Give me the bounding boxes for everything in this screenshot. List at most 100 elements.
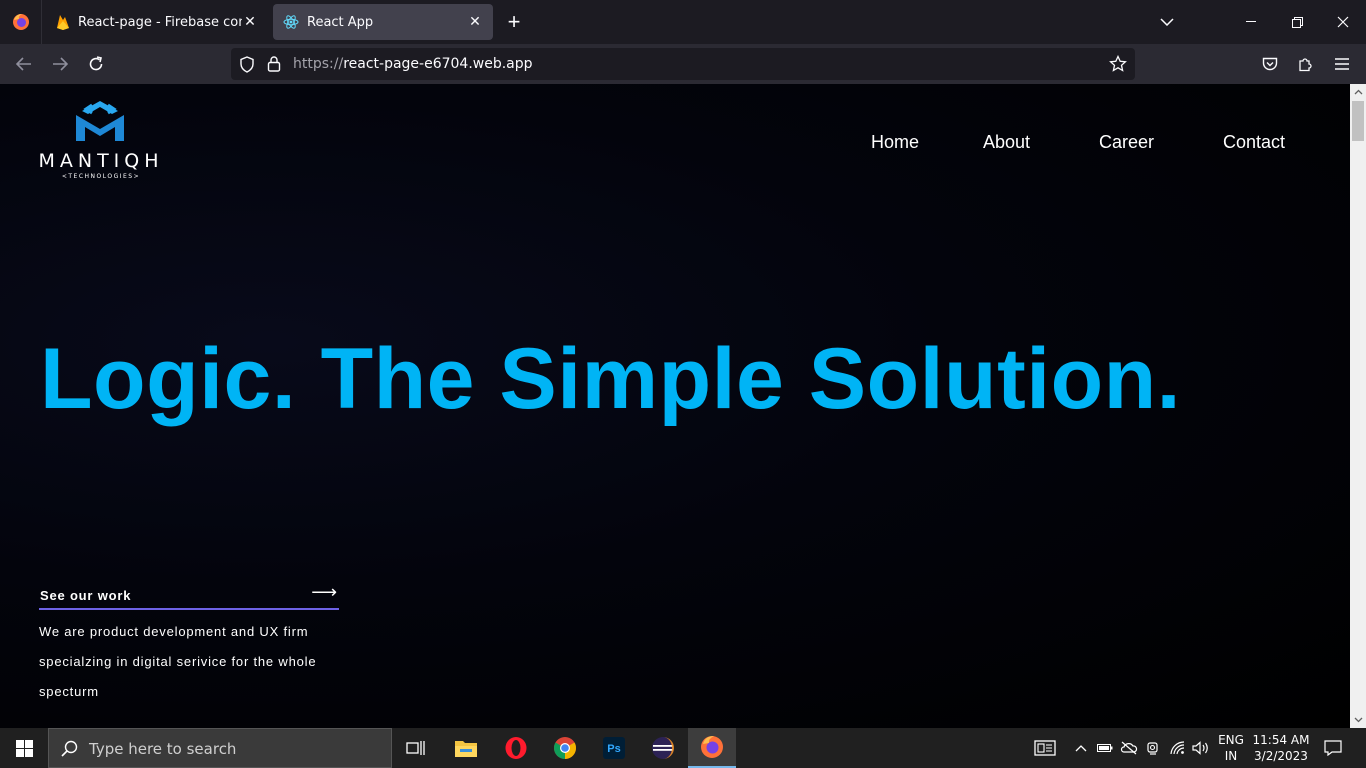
restore-icon: [1291, 16, 1303, 28]
firefox-icon: [12, 14, 29, 30]
mantiqh-logo-icon: [76, 101, 124, 141]
browser-tab-strip: React-page - Firebase console ✕ React Ap…: [0, 0, 1366, 44]
tab-react-app[interactable]: React App ✕: [273, 4, 493, 40]
clock-date: 3/2/2023: [1254, 749, 1308, 763]
tab-title: React App: [307, 14, 374, 30]
camera-button[interactable]: [1143, 728, 1163, 768]
close-tab-icon[interactable]: ✕: [242, 14, 258, 30]
firefox-icon: [701, 736, 723, 758]
chrome-button[interactable]: [541, 728, 589, 768]
search-icon: [61, 740, 78, 757]
clock-time: 11:54 AM: [1252, 733, 1310, 747]
extensions-button[interactable]: [1292, 50, 1320, 78]
cloud-offline-icon: [1120, 741, 1138, 755]
site-logo[interactable]: MANTIQH <TECHNOLOGIES>: [30, 98, 172, 184]
notification-center-button[interactable]: [1320, 728, 1346, 768]
arrow-left-icon: [16, 57, 31, 71]
search-placeholder: Type here to search: [89, 740, 237, 758]
nav-link-about[interactable]: About: [983, 132, 1030, 153]
battery-button[interactable]: [1095, 728, 1115, 768]
close-window-button[interactable]: [1320, 0, 1366, 44]
puzzle-icon: [1299, 58, 1312, 72]
nav-link-contact[interactable]: Contact: [1223, 132, 1285, 153]
shield-icon[interactable]: [239, 56, 255, 73]
page-viewport: MANTIQH <TECHNOLOGIES> Home About Career…: [0, 84, 1350, 728]
taskbar-search-box[interactable]: Type here to search: [48, 728, 392, 768]
chrome-icon: [554, 737, 576, 759]
cta-label: See our work: [40, 588, 132, 603]
camera-icon: [1147, 742, 1158, 755]
volume-button[interactable]: [1190, 728, 1212, 768]
logo-subtext: <TECHNOLOGIES>: [61, 173, 141, 180]
opera-button[interactable]: [492, 728, 540, 768]
news-widget-button[interactable]: [1030, 728, 1060, 768]
chevron-down-icon: [1160, 18, 1174, 26]
pocket-button[interactable]: [1256, 50, 1284, 78]
language-code: ENG: [1218, 733, 1244, 747]
task-view-icon: [406, 741, 425, 755]
lock-icon[interactable]: [267, 55, 281, 72]
file-explorer-icon: [455, 741, 477, 757]
firefox-view-button[interactable]: [0, 0, 42, 44]
close-tab-icon[interactable]: ✕: [467, 14, 483, 30]
onedrive-button[interactable]: [1119, 728, 1139, 768]
photoshop-icon: Ps: [603, 737, 625, 759]
notification-icon: [1324, 740, 1342, 756]
see-our-work-link[interactable]: See our work ⟶: [39, 580, 339, 610]
arrow-right-icon: [53, 57, 68, 71]
arrow-right-icon: ⟶: [311, 582, 337, 602]
url-text[interactable]: https://react-page-e6704.web.app: [293, 56, 533, 72]
app-menu-button[interactable]: [1328, 50, 1356, 78]
firefox-taskbar-button[interactable]: [688, 728, 736, 768]
new-tab-button[interactable]: +: [500, 8, 528, 36]
wifi-icon: [1170, 741, 1185, 755]
firebase-icon: [57, 15, 69, 30]
hero-title: Logic. The Simple Solution.: [40, 331, 1182, 427]
region-code: IN: [1224, 749, 1238, 763]
minimize-icon: [1246, 21, 1256, 22]
battery-icon: [1097, 744, 1113, 752]
news-icon: [1034, 740, 1056, 756]
nav-link-home[interactable]: Home: [871, 132, 919, 153]
scroll-up-arrow-icon[interactable]: [1350, 84, 1366, 100]
tab-firebase-console[interactable]: React-page - Firebase console ✕: [46, 4, 268, 40]
photoshop-button[interactable]: Ps: [590, 728, 638, 768]
tab-title: React-page - Firebase console: [78, 14, 242, 30]
hamburger-menu-icon: [1335, 58, 1349, 70]
reload-button[interactable]: [82, 50, 110, 78]
pocket-icon: [1262, 57, 1278, 70]
browser-navigation-toolbar: https://react-page-e6704.web.app: [0, 44, 1366, 84]
show-hidden-icons-button[interactable]: [1072, 728, 1090, 768]
reload-icon: [89, 56, 103, 71]
restore-button[interactable]: [1274, 0, 1320, 44]
back-button[interactable]: [10, 50, 38, 78]
page-scrollbar[interactable]: [1350, 84, 1366, 728]
windows-taskbar: Type here to search Ps ENG IN 11:54 AM 3…: [0, 728, 1366, 768]
nav-link-career[interactable]: Career: [1099, 132, 1154, 153]
start-button[interactable]: [0, 728, 48, 768]
list-all-tabs-button[interactable]: [1152, 8, 1182, 36]
wifi-button[interactable]: [1167, 728, 1189, 768]
opera-icon: [505, 737, 527, 759]
input-language-indicator[interactable]: ENG IN: [1216, 732, 1246, 764]
speaker-icon: [1192, 741, 1208, 755]
windows-logo-icon: [15, 739, 33, 757]
star-icon[interactable]: [1109, 55, 1127, 73]
url-bar[interactable]: https://react-page-e6704.web.app: [231, 48, 1135, 80]
url-host: react-page-e6704.web.app: [343, 56, 533, 72]
photoshop-label: Ps: [607, 743, 620, 755]
scrollbar-thumb[interactable]: [1352, 101, 1364, 141]
system-clock[interactable]: 11:54 AM 3/2/2023: [1250, 732, 1312, 764]
chevron-up-icon: [1075, 745, 1087, 752]
forward-button[interactable]: [46, 50, 74, 78]
logo-wordmark: MANTIQH: [38, 150, 164, 172]
file-explorer-button[interactable]: [442, 728, 490, 768]
task-view-button[interactable]: [392, 728, 440, 768]
url-protocol: https://: [293, 56, 344, 72]
react-icon: [283, 15, 299, 29]
eclipse-button[interactable]: [639, 728, 687, 768]
close-icon: [1337, 16, 1349, 28]
eclipse-icon: [652, 737, 674, 759]
scroll-down-arrow-icon[interactable]: [1350, 712, 1366, 728]
minimize-button[interactable]: [1228, 0, 1274, 44]
